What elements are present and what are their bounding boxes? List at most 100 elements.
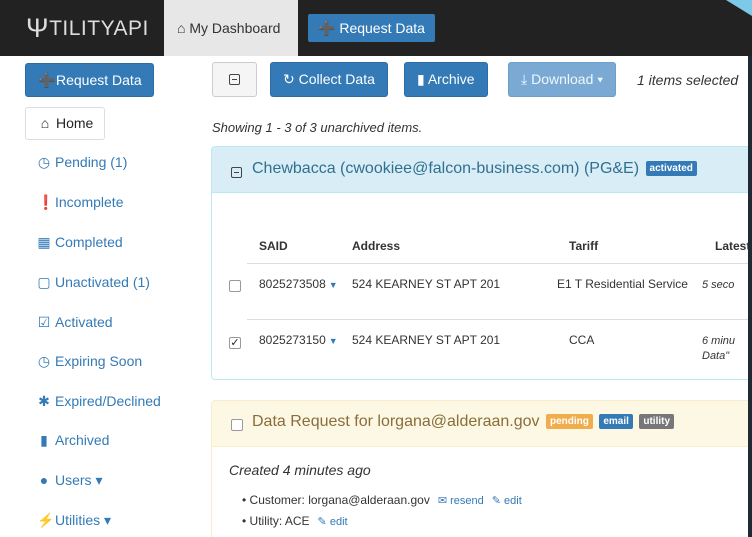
- archive-button[interactable]: ▮ Archive: [404, 62, 488, 97]
- sidebar-item-label: Completed: [55, 234, 123, 250]
- panel-header: Data Request for lorgana@alderaan.gov pe…: [212, 401, 752, 447]
- selection-count: 1 items selected: [637, 72, 739, 88]
- panel-checkbox[interactable]: [231, 419, 243, 431]
- sidebar-item-completed[interactable]: ▦ Completed: [37, 232, 123, 252]
- brand-text: TILITYAPI: [49, 17, 149, 40]
- row-checkbox-checked[interactable]: ✓: [229, 337, 241, 349]
- resend-link[interactable]: ✉ resend: [438, 495, 484, 507]
- address-cell: 524 KEARNEY ST APT 201: [352, 277, 501, 291]
- sidebar-item-archived[interactable]: ▮ Archived: [37, 430, 109, 450]
- asterisk-icon: ✱: [38, 393, 50, 409]
- showing-count: Showing 1 - 3 of 3 unarchived items.: [212, 120, 423, 135]
- sidebar-item-utilities[interactable]: ⚡Utilities ▾: [37, 510, 111, 530]
- edit-utility-link[interactable]: ✎ edit: [318, 516, 348, 528]
- sidebar-home-button[interactable]: ⌂ Home: [25, 107, 105, 140]
- utility-text: • Utility: ACE: [242, 514, 310, 528]
- sidebar-item-pending[interactable]: ◷ Pending (1): [37, 152, 128, 172]
- table-divider: [247, 263, 752, 264]
- sidebar-item-unactivated[interactable]: ▢ Unactivated (1): [37, 272, 150, 292]
- sidebar-item-expiring-soon[interactable]: ◷ Expiring Soon: [37, 351, 142, 371]
- sidebar-item-label: Unactivated (1): [55, 274, 150, 290]
- home-icon: ⌂: [40, 115, 50, 131]
- edit-label: edit: [329, 516, 348, 528]
- collapse-minus-icon[interactable]: [231, 167, 242, 178]
- sidebar-item-label: Archived: [55, 432, 110, 448]
- info-icon: ❗: [37, 194, 55, 210]
- sidebar-item-users[interactable]: ● Users ▾: [37, 470, 103, 490]
- column-header-address: Address: [352, 239, 401, 253]
- panel-title-text: Chewbacca (cwookiee@falcon-business.com)…: [252, 160, 640, 177]
- row-checkbox[interactable]: [229, 280, 241, 292]
- sidebar-item-incomplete[interactable]: ❗Incomplete: [37, 192, 123, 212]
- edit-customer-link[interactable]: ✎ edit: [492, 495, 522, 507]
- sidebar-item-label: Incomplete: [55, 194, 124, 210]
- status-badge-email: email: [599, 414, 633, 429]
- panel-title[interactable]: Chewbacca (cwookiee@falcon-business.com)…: [252, 160, 697, 178]
- user-icon: ●: [39, 472, 49, 488]
- status-badge-utility: utility: [639, 414, 675, 429]
- download-icon: ⤓: [521, 71, 528, 87]
- archive-label: Archive: [427, 71, 475, 87]
- clock-icon: ◷: [37, 353, 51, 369]
- panel-header: Chewbacca (cwookiee@falcon-business.com)…: [212, 147, 752, 193]
- table-divider: [247, 319, 752, 320]
- said-value: 8025273508: [259, 277, 326, 291]
- plus-circle-icon: ➕: [318, 20, 336, 36]
- created-timestamp: Created 4 minutes ago: [229, 462, 371, 478]
- nav-my-dashboard[interactable]: ⌂ My Dashboard: [164, 0, 298, 56]
- sidebar-item-label: Utilities ▾: [55, 512, 112, 528]
- said-cell[interactable]: 8025273150 ▼: [259, 333, 338, 347]
- said-value: 8025273150: [259, 333, 326, 347]
- top-navbar: ΨTILITYAPI ⌂ My Dashboard ➕ Request Data: [0, 0, 752, 56]
- tariff-cell: E1 T Residential Service: [557, 277, 688, 291]
- said-cell[interactable]: 8025273508 ▼: [259, 277, 338, 291]
- empty-square-icon: ▢: [37, 274, 51, 290]
- tariff-cell: CCA: [569, 333, 595, 347]
- column-header-latest: Latest: [715, 239, 751, 253]
- envelope-icon: ✉: [437, 495, 448, 507]
- customer-text: • Customer: lorgana@alderaan.gov: [242, 493, 430, 507]
- sidebar-item-expired-declined[interactable]: ✱ Expired/Declined: [37, 391, 161, 411]
- pencil-icon: ✎: [317, 516, 327, 528]
- pencil-icon: ✎: [491, 495, 501, 507]
- sidebar-item-label: Expiring Soon: [55, 353, 143, 369]
- caret-down-icon: ▼: [328, 280, 338, 290]
- sidebar-request-data-label: Request Data: [56, 72, 142, 88]
- collect-data-button[interactable]: ↻ Collect Data: [270, 62, 388, 97]
- panel-title[interactable]: Data Request for lorgana@alderaan.gov pe…: [252, 413, 675, 431]
- refresh-icon: ↻: [283, 71, 295, 87]
- sidebar-item-activated[interactable]: ☑ Activated: [37, 312, 113, 332]
- sidebar-request-data-button[interactable]: ➕Request Data: [25, 63, 154, 97]
- minus-square-icon: [229, 74, 240, 85]
- download-dropdown-button[interactable]: ⤓ Download ▾: [508, 62, 617, 97]
- sidebar-item-label: Pending (1): [55, 154, 128, 170]
- brand-glyph: Ψ: [26, 13, 50, 43]
- corner-decoration: [726, 0, 752, 16]
- status-badge-pending: pending: [545, 414, 593, 429]
- sidebar-item-label: Activated: [55, 314, 113, 330]
- latest-cell: 5 seco: [702, 279, 735, 291]
- latest-cell: 6 minu: [702, 335, 736, 347]
- nav-my-dashboard-label: My Dashboard: [189, 20, 281, 36]
- latest-cell-line2: Data": [702, 350, 730, 362]
- caret-down-icon: ▼: [328, 336, 338, 346]
- grid-icon: ▦: [37, 234, 51, 250]
- plus-circle-icon: ➕: [38, 72, 56, 88]
- brand-logo[interactable]: ΨTILITYAPI: [26, 6, 149, 50]
- column-header-said: SAID: [259, 239, 288, 253]
- nav-request-data-label: Request Data: [339, 20, 425, 36]
- nav-request-data-button[interactable]: ➕ Request Data: [308, 14, 435, 42]
- folder-icon: ▮: [40, 432, 48, 448]
- sidebar-item-label: Expired/Declined: [55, 393, 161, 409]
- column-header-tariff: Tariff: [569, 239, 599, 253]
- address-cell: 524 KEARNEY ST APT 201: [352, 333, 501, 347]
- utility-line: • Utility: ACE ✎ edit: [242, 514, 348, 528]
- download-label: Download ▾: [531, 71, 604, 87]
- panel-title-text: Data Request for lorgana@alderaan.gov: [252, 413, 540, 430]
- select-all-toggle-button[interactable]: [212, 62, 257, 97]
- edit-label: edit: [504, 495, 522, 507]
- right-edge-decoration: [748, 56, 752, 537]
- bolt-icon: ⚡: [37, 512, 55, 528]
- status-badge-activated: activated: [645, 161, 697, 176]
- customer-line: • Customer: lorgana@alderaan.gov ✉ resend…: [242, 493, 522, 507]
